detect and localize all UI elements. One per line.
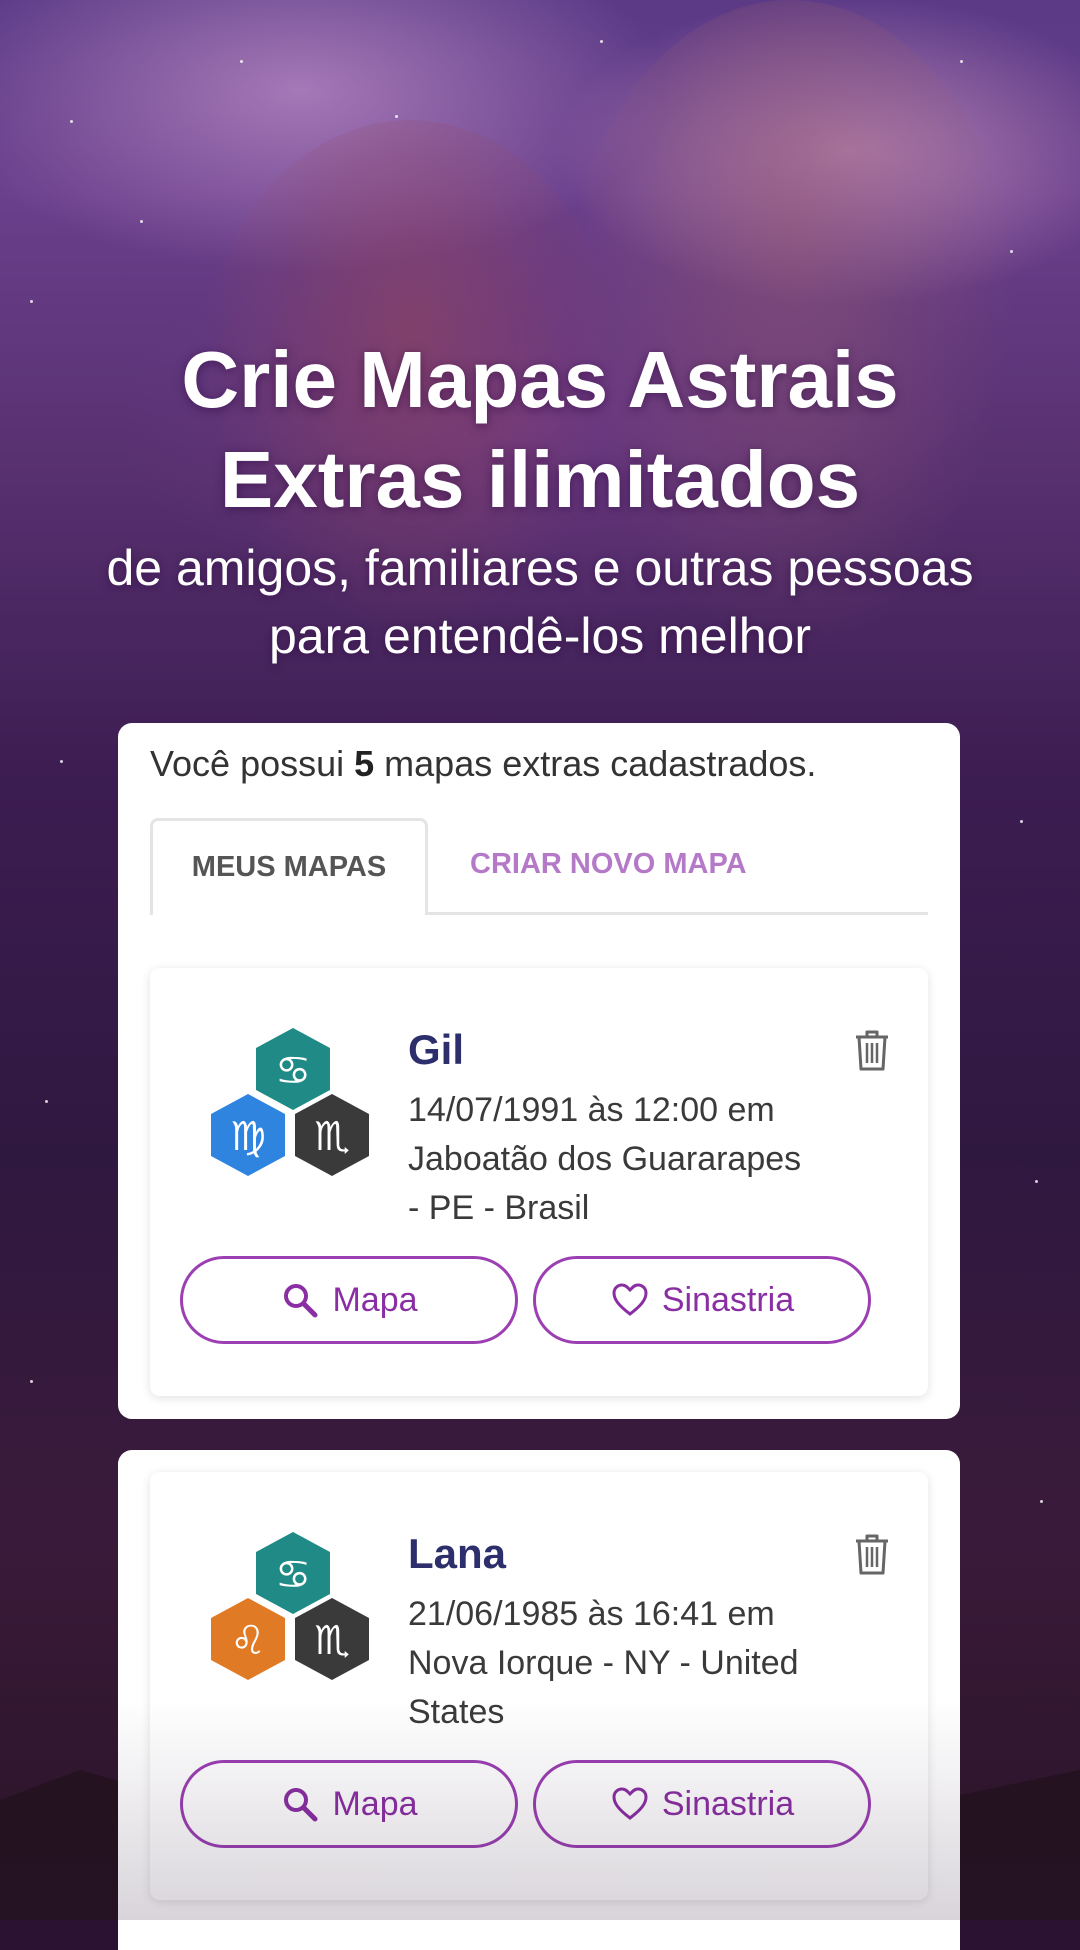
view-map-button[interactable]: Mapa (180, 1760, 518, 1848)
maps-panel-second: ♋ ♌ ♏ Lana 21/06/1985 às 16:41 em Nova I… (118, 1450, 960, 1950)
chart-card: ♋ ♍ ♏ Gil 14/07/1991 às 12:00 em Jaboatã… (150, 968, 928, 1396)
svg-text:♏: ♏ (314, 1114, 350, 1160)
search-icon (280, 1784, 320, 1824)
tab-my-maps[interactable]: MEUS MAPAS (150, 818, 428, 912)
synastry-label: Sinastria (661, 1280, 795, 1319)
hero-title-line2: Extras ilimitados (219, 435, 861, 524)
maps-count-text: Você possui 5 mapas extras cadastrados. (150, 743, 816, 785)
tabs-bar: MEUS MAPAS CRIAR NOVO MAPA (150, 818, 928, 915)
heart-icon (610, 1280, 650, 1320)
sign-hexagons: ♋ ♍ ♏ (208, 1026, 378, 1186)
synastry-button[interactable]: Sinastria (533, 1760, 871, 1848)
tab-create-new-map[interactable]: CRIAR NOVO MAPA (450, 818, 767, 912)
synastry-button[interactable]: Sinastria (533, 1256, 871, 1344)
hero-subtitle-line2: para entendê-los melhor (269, 608, 811, 664)
chart-card: ♋ ♌ ♏ Lana 21/06/1985 às 16:41 em Nova I… (150, 1472, 928, 1900)
svg-text:♌: ♌ (230, 1618, 266, 1664)
trash-icon[interactable] (852, 1028, 892, 1072)
maps-panel: Você possui 5 mapas extras cadastrados. … (118, 723, 960, 1419)
count-suffix: mapas extras cadastrados. (374, 743, 817, 784)
chart-name: Gil (408, 1026, 465, 1073)
svg-text:♏: ♏ (314, 1618, 350, 1664)
tab-active-underline-cover (153, 911, 425, 915)
virgo-icon: ♍ (208, 1092, 288, 1178)
svg-text:♍: ♍ (230, 1114, 266, 1160)
birth-info-line1: 21/06/1985 às 16:41 em (408, 1595, 775, 1633)
chart-birth-info: 21/06/1985 às 16:41 em Nova Iorque - NY … (408, 1590, 848, 1737)
trash-icon[interactable] (852, 1532, 892, 1576)
leo-icon: ♌ (208, 1596, 288, 1682)
chart-birth-info: 14/07/1991 às 12:00 em Jaboatão dos Guar… (408, 1086, 848, 1233)
hero-section: Crie Mapas Astrais Extras ilimitados de … (0, 330, 1080, 670)
birth-info-line1: 14/07/1991 às 12:00 em (408, 1091, 775, 1129)
chart-name: Lana (408, 1530, 507, 1577)
view-map-button[interactable]: Mapa (180, 1256, 518, 1344)
birth-info-line3: States (408, 1693, 505, 1731)
count-value: 5 (354, 743, 375, 784)
hero-subtitle-line1: de amigos, familiares e outras pessoas (106, 540, 974, 596)
scorpio-icon: ♏ (292, 1092, 372, 1178)
sign-hexagons: ♋ ♌ ♏ (208, 1530, 378, 1690)
birth-info-line3: - PE - Brasil (408, 1189, 590, 1227)
birth-info-line2: Jaboatão dos Guararapes (408, 1140, 802, 1178)
hero-title-line1: Crie Mapas Astrais (181, 335, 899, 424)
count-prefix: Você possui (150, 743, 355, 784)
search-icon (280, 1280, 320, 1320)
svg-text:♋: ♋ (275, 1552, 311, 1598)
heart-icon (610, 1784, 650, 1824)
synastry-label: Sinastria (661, 1784, 795, 1823)
view-map-label: Mapa (332, 1280, 418, 1319)
svg-text:♋: ♋ (275, 1048, 311, 1094)
birth-info-line2: Nova Iorque - NY - United (408, 1644, 799, 1682)
scorpio-icon: ♏ (292, 1596, 372, 1682)
view-map-label: Mapa (332, 1784, 418, 1823)
